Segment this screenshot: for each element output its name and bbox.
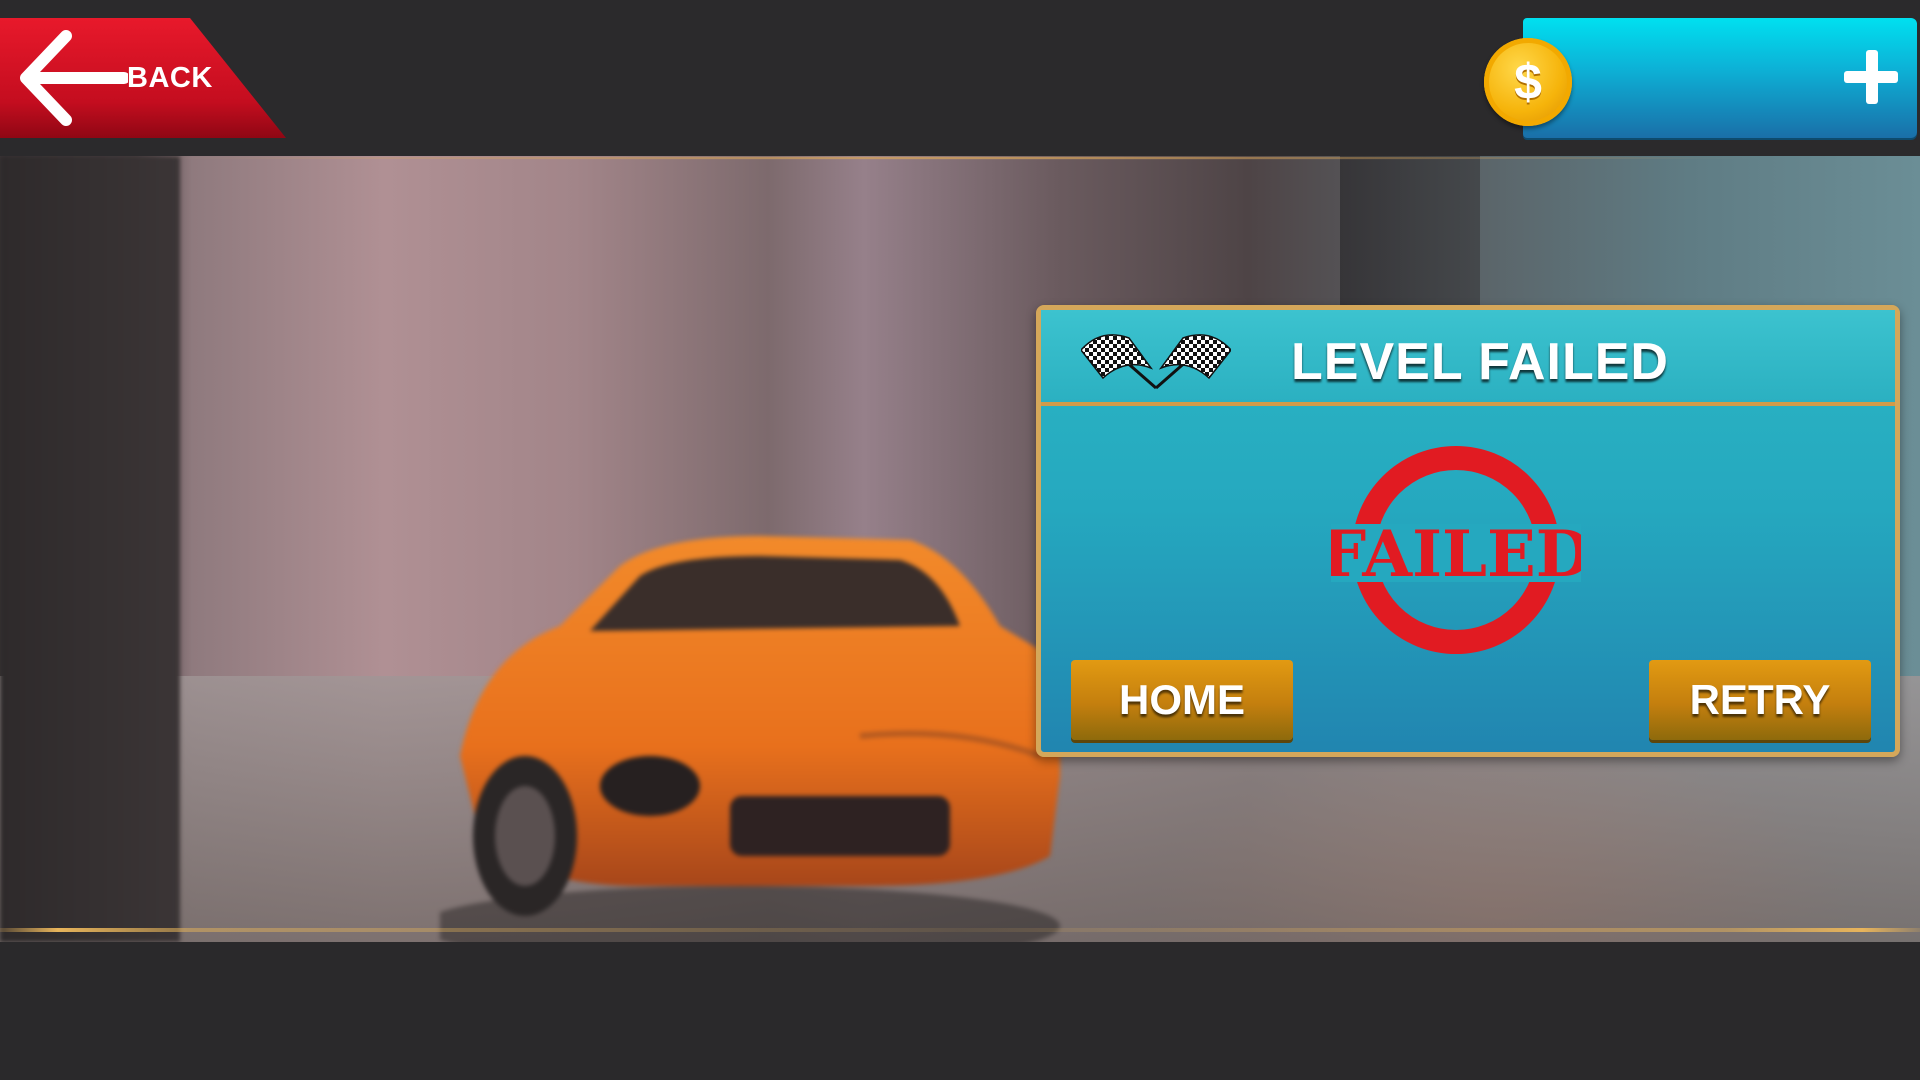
failed-stamp-text: FAILED (1331, 517, 1581, 592)
failed-stamp-icon: FAILED (1331, 446, 1581, 654)
bottom-glow-line (0, 928, 1920, 932)
garage-pillar (0, 156, 180, 942)
retry-button[interactable]: RETRY (1649, 660, 1871, 740)
dialog-header: LEVEL FAILED (1041, 310, 1895, 406)
back-arrow-icon (20, 30, 128, 126)
back-label: BACK (127, 62, 213, 94)
level-failed-dialog: LEVEL FAILED FAILED HOME RETRY (1036, 305, 1900, 757)
dialog-title: LEVEL FAILED (1291, 333, 1669, 391)
sports-car-image (440, 536, 1060, 942)
add-coins-button[interactable] (1840, 46, 1902, 108)
coin-symbol: $ (1514, 54, 1542, 110)
top-glow-line (0, 156, 1920, 160)
checkered-flags-icon (1081, 334, 1231, 390)
home-button[interactable]: HOME (1071, 660, 1293, 740)
dollar-coin-icon: $ (1484, 38, 1572, 126)
